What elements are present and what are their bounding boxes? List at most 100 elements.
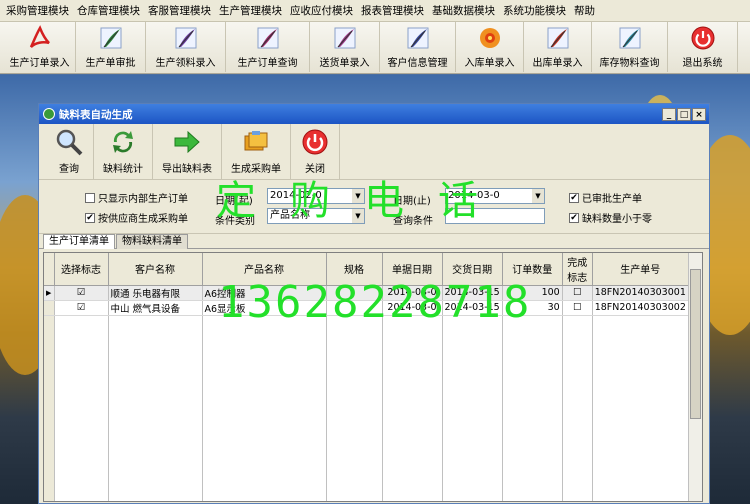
empty-cell bbox=[592, 441, 689, 455]
vertical-scrollbar[interactable] bbox=[688, 253, 702, 501]
toolbar-button[interactable]: 送货单录入 bbox=[310, 22, 380, 72]
empty-cell bbox=[562, 441, 593, 455]
query-button[interactable]: 查询 bbox=[45, 124, 94, 180]
tab-material-shortage[interactable]: 物料缺料清单 bbox=[116, 234, 188, 249]
feather-pen-icon bbox=[545, 25, 571, 51]
empty-cell bbox=[108, 371, 203, 385]
empty-cell bbox=[382, 343, 443, 357]
power-icon bbox=[690, 25, 716, 51]
empty-cell bbox=[502, 371, 563, 385]
empty-cell bbox=[54, 413, 109, 427]
menu-item[interactable]: 生产管理模块 bbox=[215, 0, 286, 22]
empty-row bbox=[44, 483, 694, 497]
select-checkbox[interactable]: ☑ bbox=[54, 285, 109, 301]
toolbar-button[interactable]: 库存物料查询 bbox=[592, 22, 668, 72]
empty-cell bbox=[326, 413, 383, 427]
toolbar-button[interactable]: 生产订单查询 bbox=[226, 22, 310, 72]
empty-cell bbox=[108, 399, 203, 413]
empty-cell bbox=[44, 441, 55, 455]
menu-item[interactable]: 采购管理模块 bbox=[2, 0, 73, 22]
folders-icon bbox=[241, 127, 271, 157]
toolbar-button-label: 出库单录入 bbox=[532, 58, 583, 69]
empty-cell bbox=[382, 357, 443, 371]
empty-cell bbox=[202, 357, 327, 371]
only-internal-checkbox[interactable]: 只显示内部生产订单 bbox=[85, 190, 188, 205]
empty-cell bbox=[108, 385, 203, 399]
empty-cell bbox=[442, 455, 503, 469]
maximize-button[interactable]: □ bbox=[677, 107, 691, 121]
checkbox-box bbox=[85, 192, 95, 203]
empty-cell bbox=[502, 441, 563, 455]
empty-cell bbox=[108, 357, 203, 371]
minimize-button[interactable]: _ bbox=[662, 107, 676, 121]
empty-cell bbox=[202, 371, 327, 385]
toolbar-button[interactable]: 入库单录入 bbox=[456, 22, 524, 72]
window-titlebar[interactable]: 缺料表自动生成 _ □ × bbox=[39, 104, 709, 124]
empty-cell bbox=[54, 455, 109, 469]
close-window-button[interactable]: × bbox=[692, 107, 706, 121]
empty-cell bbox=[382, 427, 443, 441]
column-header[interactable]: 生产单号 bbox=[592, 253, 689, 286]
menu-item[interactable]: 客服管理模块 bbox=[144, 0, 215, 22]
checkbox-box: ✔ bbox=[85, 212, 95, 223]
menu-item[interactable]: 帮助 bbox=[570, 0, 599, 22]
approved-only-checkbox[interactable]: ✔ 已审批生产单 bbox=[569, 190, 642, 205]
by-supplier-checkbox[interactable]: ✔ 按供应商生成采购单 bbox=[85, 210, 188, 225]
watermark-phone: 13628228718 bbox=[218, 277, 532, 328]
empty-cell bbox=[562, 343, 593, 357]
empty-cell bbox=[442, 343, 503, 357]
empty-cell bbox=[562, 399, 593, 413]
empty-cell bbox=[562, 357, 593, 371]
menu-item[interactable]: 报表管理模块 bbox=[357, 0, 428, 22]
empty-cell bbox=[382, 371, 443, 385]
empty-row bbox=[44, 385, 694, 399]
done-checkbox[interactable]: ☐ bbox=[562, 300, 593, 316]
empty-cell bbox=[442, 329, 503, 343]
empty-cell bbox=[592, 427, 689, 441]
tab-production-orders[interactable]: 生产订单清单 bbox=[43, 234, 115, 249]
toolbar-button[interactable]: 生产领料录入 bbox=[146, 22, 226, 72]
select-checkbox[interactable]: ☑ bbox=[54, 300, 109, 316]
empty-cell bbox=[44, 497, 55, 501]
empty-cell bbox=[382, 441, 443, 455]
empty-row bbox=[44, 455, 694, 469]
toolbar-button[interactable]: 出库单录入 bbox=[524, 22, 592, 72]
chevron-down-icon[interactable]: ▼ bbox=[532, 189, 544, 203]
empty-cell bbox=[562, 385, 593, 399]
empty-cell bbox=[54, 315, 109, 329]
empty-cell bbox=[592, 413, 689, 427]
toolbar-button[interactable]: 客户信息管理 bbox=[380, 22, 456, 72]
scrollbar-thumb[interactable] bbox=[690, 269, 701, 419]
column-header[interactable]: 客户名称 bbox=[108, 253, 203, 286]
shortage-stats-button[interactable]: 缺料统计 bbox=[94, 124, 153, 180]
menu-item[interactable]: 应收应付模块 bbox=[286, 0, 357, 22]
flower-icon bbox=[477, 25, 503, 51]
menu-item[interactable]: 系统功能模块 bbox=[499, 0, 570, 22]
empty-cell bbox=[108, 315, 203, 329]
empty-cell bbox=[592, 399, 689, 413]
empty-cell bbox=[202, 469, 327, 483]
empty-cell bbox=[202, 427, 327, 441]
column-header[interactable]: 完成标志 bbox=[562, 253, 593, 286]
empty-cell bbox=[502, 329, 563, 343]
menu-item[interactable]: 仓库管理模块 bbox=[73, 0, 144, 22]
empty-cell bbox=[44, 399, 55, 413]
qty-less-zero-checkbox[interactable]: ✔ 缺料数量小于零 bbox=[569, 210, 652, 225]
toolbar-button-label: 生产领料录入 bbox=[155, 58, 216, 69]
empty-cell bbox=[326, 371, 383, 385]
toolbar-button[interactable]: 生产订单录入 bbox=[4, 22, 76, 72]
empty-cell bbox=[54, 371, 109, 385]
menu-item[interactable]: 基础数据模块 bbox=[428, 0, 499, 22]
empty-cell bbox=[326, 329, 383, 343]
empty-cell bbox=[44, 413, 55, 427]
column-header[interactable]: 选择标志 bbox=[54, 253, 109, 286]
toolbar-button[interactable]: 退出系统 bbox=[668, 22, 738, 72]
recycle-arrows-icon bbox=[108, 127, 138, 157]
empty-cell bbox=[502, 399, 563, 413]
empty-cell bbox=[108, 343, 203, 357]
toolbar-button[interactable]: 生产单审批 bbox=[76, 22, 146, 72]
shortage-stats-label: 缺料统计 bbox=[103, 164, 143, 175]
done-checkbox[interactable]: ☐ bbox=[562, 285, 593, 301]
export-shortage-button[interactable]: 导出缺料表 bbox=[153, 124, 222, 180]
empty-cell bbox=[502, 469, 563, 483]
